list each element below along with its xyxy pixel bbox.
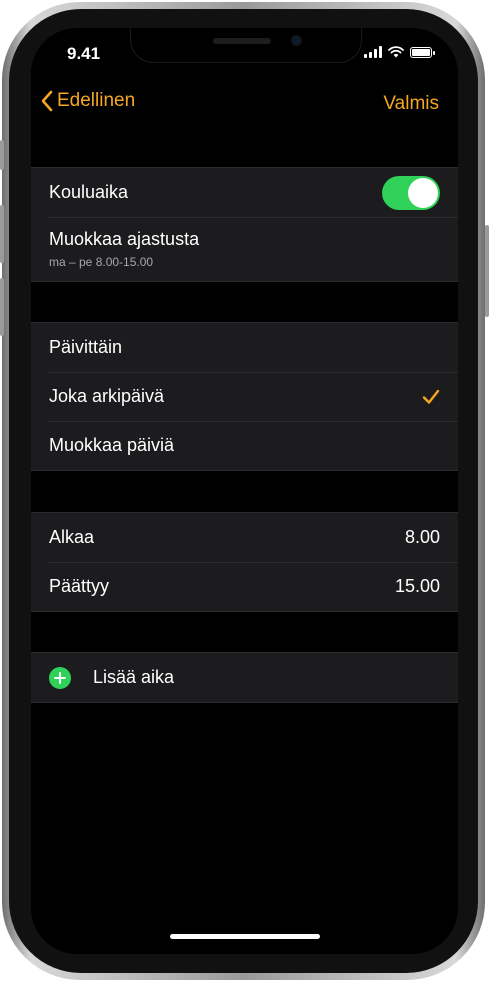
edit-schedule-row[interactable]: Muokkaa ajastusta ma – pe 8.00-15.00 [31, 217, 458, 281]
start-time-value: 8.00 [404, 527, 440, 547]
chevron-left-icon [41, 90, 53, 112]
edit-schedule-label: Muokkaa ajastusta [49, 229, 200, 249]
power-button [485, 225, 489, 317]
end-time-row[interactable]: Päättyy 15.00 [31, 562, 458, 611]
start-time-row[interactable]: Alkaa 8.00 [31, 513, 458, 562]
schedule-summary: ma – pe 8.00-15.00 [49, 255, 154, 269]
volume-up-button [0, 205, 4, 263]
repeat-option-custom[interactable]: Muokkaa päiviä [31, 421, 458, 470]
back-button-label: Edellinen [57, 90, 136, 111]
add-time-row[interactable]: Lisää aika [31, 653, 458, 702]
repeat-option-label: Joka arkipäivä [49, 386, 165, 406]
volume-down-button [0, 278, 4, 336]
add-time-label: Lisää aika [93, 667, 175, 687]
done-button[interactable]: Valmis [383, 93, 439, 115]
add-circle-icon [49, 666, 71, 689]
status-time: 9.41 [67, 44, 101, 63]
repeat-group: Päivittäin Joka arkipäivä Muokkaa päiviä [31, 322, 458, 471]
start-time-label: Alkaa [49, 527, 95, 547]
repeat-option-label: Päivittäin [49, 337, 123, 357]
repeat-option-daily[interactable]: Päivittäin [31, 323, 458, 372]
home-indicator[interactable] [170, 934, 320, 939]
schedule-group: Kouluaika Muokkaa ajastusta ma – pe 8.00… [31, 167, 458, 282]
speaker-grille [213, 38, 271, 44]
wifi-icon [388, 46, 404, 58]
back-button[interactable]: Edellinen [41, 90, 135, 112]
silent-switch [0, 140, 4, 170]
battery-icon [410, 46, 435, 58]
end-time-value: 15.00 [394, 576, 440, 596]
schedule-toggle[interactable] [382, 175, 440, 210]
toggle-knob [408, 177, 438, 208]
repeat-option-weekdays[interactable]: Joka arkipäivä [31, 372, 458, 421]
notch [131, 28, 361, 62]
times-group: Alkaa 8.00 Päättyy 15.00 [31, 512, 458, 612]
schedule-title: Kouluaika [49, 182, 129, 202]
add-time-group: Lisää aika [31, 652, 458, 703]
checkmark-icon [422, 389, 440, 404]
end-time-label: Päättyy [49, 576, 110, 596]
front-camera [291, 35, 302, 46]
status-icons [364, 46, 435, 58]
cellular-signal-icon [364, 46, 382, 58]
repeat-option-label: Muokkaa päiviä [49, 435, 175, 455]
schedule-toggle-row: Kouluaika [31, 168, 458, 217]
screen: 9.41 Edellinen Valmis Kouluaika Muokkaa … [31, 28, 458, 954]
